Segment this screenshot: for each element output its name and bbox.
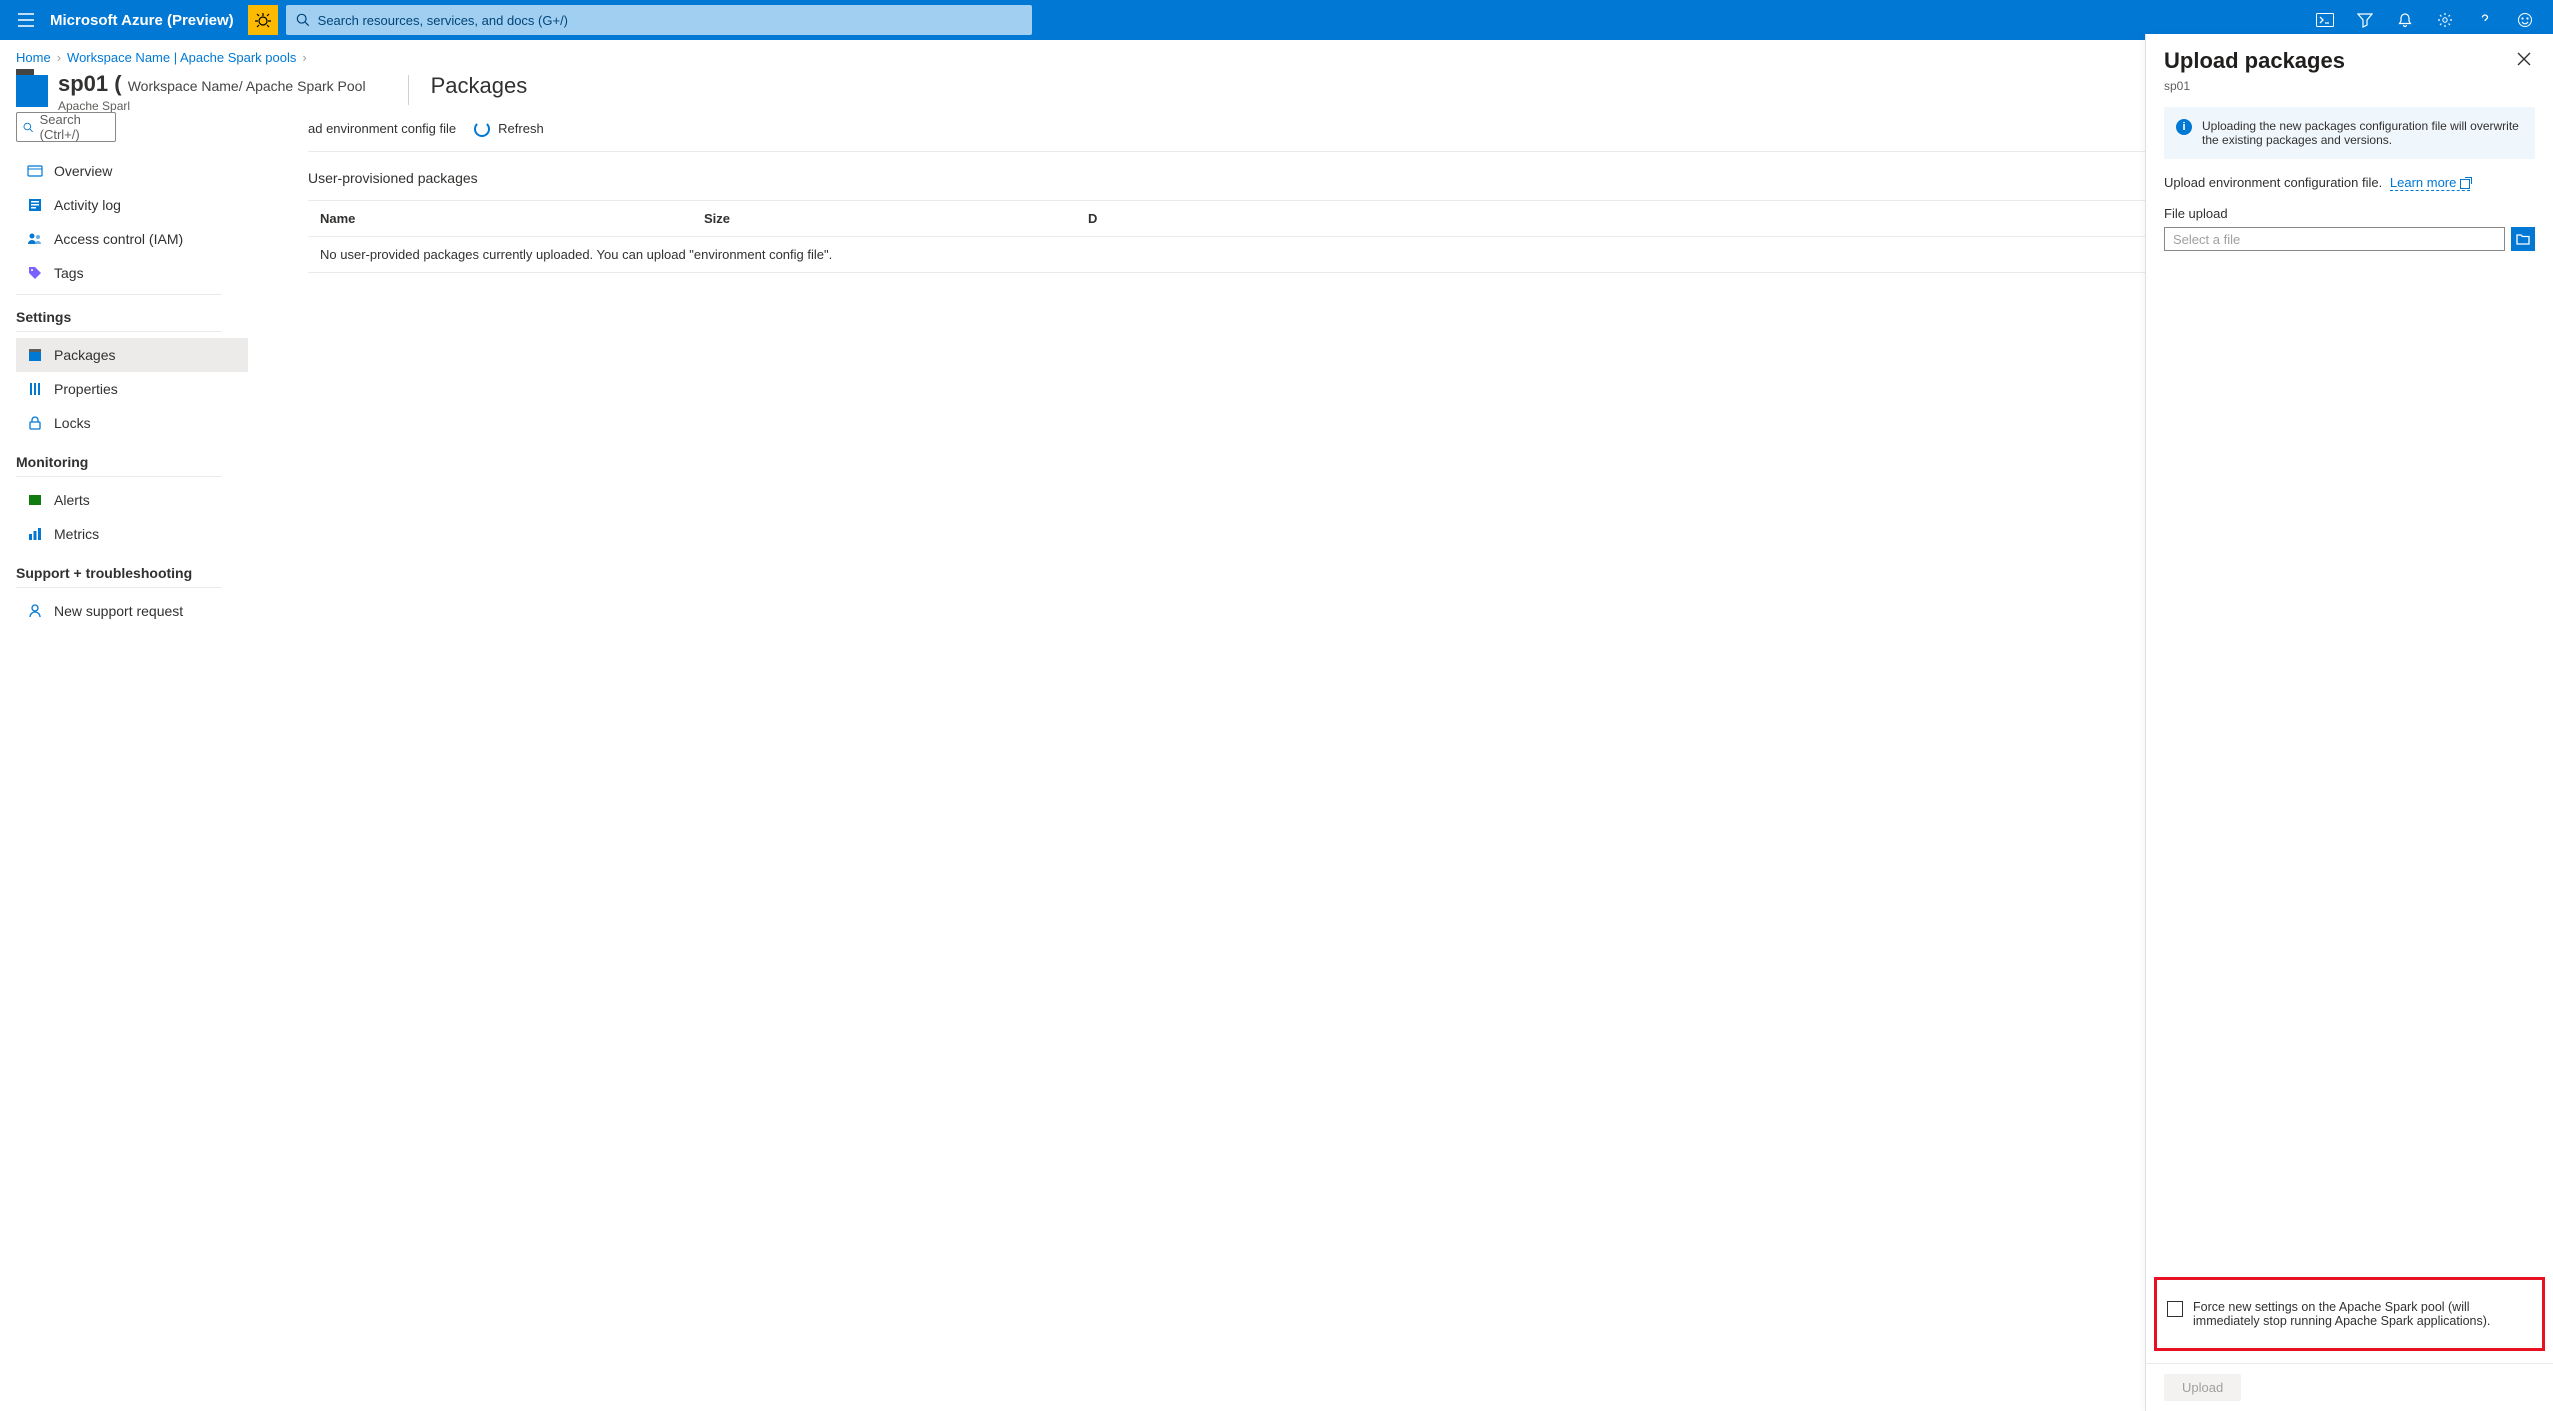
resource-name: sp01 ( xyxy=(58,71,122,96)
support-icon xyxy=(26,602,44,620)
refresh-button[interactable]: Refresh xyxy=(474,121,544,137)
sidebar-item-packages[interactable]: Packages xyxy=(16,338,248,372)
sidebar-item-tags[interactable]: Tags xyxy=(16,256,248,290)
sidebar-item-label: Activity log xyxy=(54,197,121,213)
packages-icon xyxy=(26,346,44,364)
chevron-right-icon: › xyxy=(57,50,61,65)
breadcrumb-home[interactable]: Home xyxy=(16,50,51,65)
close-panel-button[interactable] xyxy=(2513,48,2535,75)
sidebar-item-label: Properties xyxy=(54,381,118,397)
sidebar-item-label: Alerts xyxy=(54,492,90,508)
panel-desc-text: Upload environment configuration file. xyxy=(2164,175,2382,190)
toolbar-fragment: ad environment config file xyxy=(308,121,456,136)
info-icon: i xyxy=(2176,119,2192,135)
header-divider xyxy=(408,75,409,105)
empty-message: No user-provided packages currently uplo… xyxy=(320,247,832,262)
upload-button[interactable]: Upload xyxy=(2164,1374,2241,1401)
panel-title: Upload packages xyxy=(2164,48,2345,74)
file-input[interactable]: Select a file xyxy=(2164,227,2505,251)
info-message: i Uploading the new packages configurati… xyxy=(2164,107,2535,159)
sidebar-item-label: Overview xyxy=(54,163,112,179)
resource-icon xyxy=(16,75,48,107)
resource-type: Apache Sparl xyxy=(58,99,366,113)
sidebar-search[interactable]: Search (Ctrl+/) xyxy=(16,112,116,142)
brand-label[interactable]: Microsoft Azure (Preview) xyxy=(44,12,248,29)
sidebar-item-activity-log[interactable]: Activity log xyxy=(16,188,248,222)
alerts-icon xyxy=(26,491,44,509)
breadcrumb-workspace[interactable]: Workspace Name | Apache Spark pools xyxy=(67,50,296,65)
learn-more-link[interactable]: Learn more xyxy=(2390,175,2470,191)
search-icon xyxy=(296,13,310,27)
global-search[interactable] xyxy=(286,5,1032,35)
sidebar-group-support: Support + troubleshooting xyxy=(16,565,222,588)
panel-subtitle: sp01 xyxy=(2146,79,2553,107)
sidebar-item-label: Tags xyxy=(54,265,84,281)
panel-footer: Upload xyxy=(2146,1363,2553,1411)
sidebar-item-metrics[interactable]: Metrics xyxy=(16,517,248,551)
refresh-label: Refresh xyxy=(498,121,544,136)
activity-log-icon xyxy=(26,196,44,214)
force-settings-checkbox[interactable] xyxy=(2167,1301,2183,1317)
sidebar-search-placeholder: Search (Ctrl+/) xyxy=(40,112,109,142)
chevron-right-icon: › xyxy=(302,50,306,65)
access-control-icon xyxy=(26,230,44,248)
sidebar: Search (Ctrl+/) Overview Activity log Ac… xyxy=(0,112,248,1411)
browse-file-button[interactable] xyxy=(2511,227,2535,251)
search-icon xyxy=(23,121,34,134)
properties-icon xyxy=(26,380,44,398)
sidebar-group-settings: Settings xyxy=(16,309,222,332)
global-search-input[interactable] xyxy=(318,13,1022,28)
sidebar-item-locks[interactable]: Locks xyxy=(16,406,248,440)
sidebar-item-alerts[interactable]: Alerts xyxy=(16,483,248,517)
sidebar-item-overview[interactable]: Overview xyxy=(16,154,248,188)
tags-icon xyxy=(26,264,44,282)
metrics-icon xyxy=(26,525,44,543)
external-link-icon xyxy=(2460,179,2470,189)
overview-icon xyxy=(26,162,44,180)
resource-context: Workspace Name/ Apache Spark Pool xyxy=(128,78,366,94)
section-title: Packages xyxy=(431,73,528,99)
refresh-icon xyxy=(474,121,490,137)
file-upload-label: File upload xyxy=(2164,206,2535,221)
resource-title: sp01 ( Workspace Name/ Apache Spark Pool xyxy=(58,71,366,97)
folder-icon xyxy=(2516,233,2530,245)
sidebar-item-label: Access control (IAM) xyxy=(54,231,183,247)
sidebar-item-properties[interactable]: Properties xyxy=(16,372,248,406)
force-settings-label: Force new settings on the Apache Spark p… xyxy=(2193,1300,2532,1328)
preview-bug-button[interactable] xyxy=(248,5,278,35)
hamburger-menu[interactable] xyxy=(8,13,44,27)
force-settings-highlight: Force new settings on the Apache Spark p… xyxy=(2154,1277,2545,1351)
locks-icon xyxy=(26,414,44,432)
upload-packages-panel: Upload packages sp01 i Uploading the new… xyxy=(2145,34,2553,1411)
sidebar-item-label: Metrics xyxy=(54,526,99,542)
close-icon xyxy=(2517,52,2531,66)
info-text: Uploading the new packages configuration… xyxy=(2202,119,2523,147)
sidebar-group-monitoring: Monitoring xyxy=(16,454,222,477)
sidebar-item-access-control[interactable]: Access control (IAM) xyxy=(16,222,248,256)
col-name[interactable]: Name xyxy=(320,211,704,226)
sidebar-item-label: New support request xyxy=(54,603,183,619)
sidebar-item-new-support-request[interactable]: New support request xyxy=(16,594,248,628)
sidebar-item-label: Packages xyxy=(54,347,115,363)
file-placeholder: Select a file xyxy=(2173,232,2240,247)
panel-description: Upload environment configuration file. L… xyxy=(2164,175,2535,190)
col-size[interactable]: Size xyxy=(704,211,1088,226)
sidebar-item-label: Locks xyxy=(54,415,91,431)
